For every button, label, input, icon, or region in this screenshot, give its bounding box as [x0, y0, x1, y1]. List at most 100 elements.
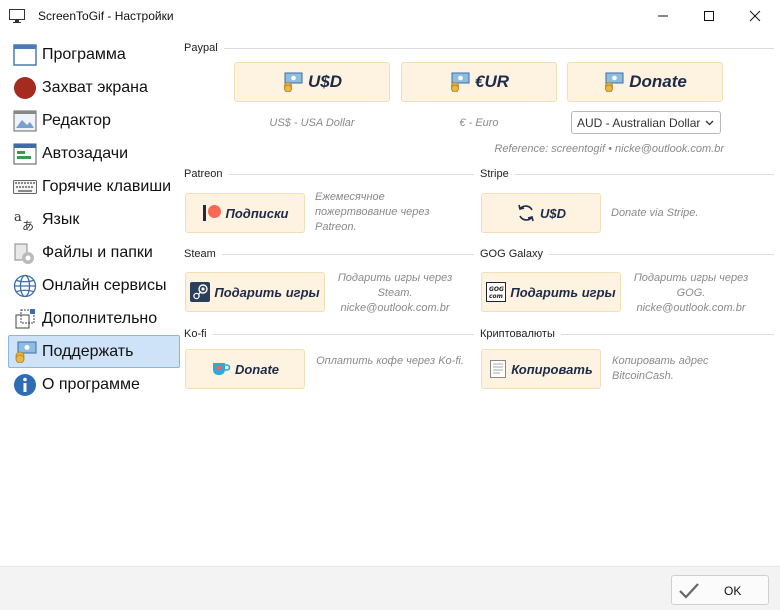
gog-note: Подарить игры через GOG. nicke@outlook.c… [633, 272, 749, 314]
sidebar-item-donate[interactable]: Поддержать [8, 335, 180, 368]
paypal-section-header: Paypal [184, 42, 774, 54]
steam-heading: Steam [184, 248, 216, 260]
sidebar-item-label: Поддержать [42, 342, 134, 360]
paypal-reference: Reference: screentogif • nicke@outlook.c… [494, 143, 724, 155]
paypal-eur-note: € - Euro [459, 117, 499, 129]
crypto-copy-label: Копировать [511, 361, 593, 377]
paypal-eur-label: €UR [474, 72, 509, 91]
window-title: ScreenToGif - Настройки [38, 9, 174, 23]
patreon-button[interactable]: Подписки [185, 193, 305, 233]
stripe-button[interactable]: U$D [481, 193, 601, 233]
sidebar-item-language[interactable]: aあ Язык [8, 203, 180, 236]
stripe-button-label: U$D [539, 205, 566, 221]
record-icon [13, 76, 37, 100]
title-bar: ScreenToGif - Настройки [0, 0, 780, 32]
gog-icon: GOG com [486, 282, 507, 302]
cube-icon [13, 307, 37, 331]
crypto-heading: Криптовалюты [480, 328, 555, 340]
kofi-donate-label: Donate [234, 361, 280, 377]
refresh-icon [516, 203, 536, 223]
currency-select[interactable]: AUD - Australian Dollar [571, 111, 721, 134]
steam-icon [190, 282, 211, 302]
dialog-footer: OK [0, 566, 780, 610]
gog-section-header: GOG Galaxy [480, 248, 774, 260]
sidebar-item-editor[interactable]: Редактор [8, 104, 180, 137]
kofi-note: Оплатить кофе через Ko-fi. [316, 355, 464, 367]
sidebar-item-label: Горячие клавиши [42, 177, 172, 195]
sidebar-item-label: О программе [42, 375, 140, 393]
tasks-icon [13, 142, 37, 166]
gog-gift-label: Подарить игры [510, 284, 616, 300]
sidebar: Программа Захват экрана Редактор Автозад… [8, 38, 180, 401]
sidebar-item-label: Редактор [42, 111, 111, 129]
app-monitor-icon [9, 9, 25, 23]
crypto-section-header: Криптовалюты [480, 328, 774, 340]
money-icon [282, 72, 304, 92]
globe-icon [13, 274, 37, 298]
sidebar-item-label: Файлы и папки [42, 243, 153, 261]
maximize-button[interactable] [686, 0, 732, 32]
patreon-button-label: Подписки [225, 205, 289, 221]
window-icon [13, 43, 37, 67]
donate-panel: Paypal U$D €UR Donate US$ - USA Dollar €… [184, 38, 774, 558]
patreon-note: Ежемесячное пожертвование через Patreon. [315, 191, 430, 233]
sidebar-item-label: Язык [42, 210, 80, 228]
ok-button[interactable]: OK [671, 575, 769, 605]
stripe-section-header: Stripe [480, 168, 774, 180]
gog-heading: GOG Galaxy [480, 248, 543, 260]
close-icon [749, 10, 761, 22]
sidebar-item-program[interactable]: Программа [8, 38, 180, 71]
folder-icon [13, 241, 37, 265]
gog-gift-button[interactable]: GOG com Подарить игры [481, 272, 621, 312]
sidebar-item-hotkeys[interactable]: Горячие клавиши [8, 170, 180, 203]
coffee-cup-icon [211, 360, 231, 378]
paypal-usd-note: US$ - USA Dollar [269, 117, 355, 129]
minimize-icon [658, 15, 668, 17]
money-icon [603, 72, 625, 92]
patreon-icon [202, 204, 222, 222]
sidebar-item-online-services[interactable]: Онлайн сервисы [8, 269, 180, 302]
money-icon [449, 72, 471, 92]
patreon-heading: Patreon [184, 168, 223, 180]
chevron-down-icon [705, 120, 714, 126]
paypal-usd-label: U$D [307, 72, 342, 91]
svg-text:あ: あ [22, 219, 34, 232]
paypal-usd-button[interactable]: U$D [234, 62, 390, 102]
steam-note: Подарить игры через Steam. nicke@outlook… [337, 272, 453, 314]
kofi-section-header: Ko-fi [184, 328, 474, 340]
close-button[interactable] [732, 0, 778, 32]
language-icon: aあ [13, 208, 37, 232]
sidebar-item-files[interactable]: Файлы и папки [8, 236, 180, 269]
currency-select-value: AUD - Australian Dollar [577, 115, 701, 130]
paypal-eur-button[interactable]: €UR [401, 62, 557, 102]
patreon-section-header: Patreon [184, 168, 474, 180]
donate-icon [13, 340, 37, 364]
svg-text:a: a [14, 210, 22, 225]
sidebar-item-advanced[interactable]: Дополнительно [8, 302, 180, 335]
sidebar-item-label: Онлайн сервисы [42, 276, 167, 294]
stripe-note: Donate via Stripe. [611, 207, 699, 219]
stripe-heading: Stripe [480, 168, 509, 180]
image-icon [13, 109, 37, 133]
paypal-donate-button[interactable]: Donate [567, 62, 723, 102]
sidebar-item-label: Программа [42, 45, 126, 63]
crypto-note: Копировать адрес BitcoinCash. [612, 355, 709, 382]
sidebar-item-capture[interactable]: Захват экрана [8, 71, 180, 104]
crypto-copy-button[interactable]: Копировать [481, 349, 601, 389]
document-icon [489, 359, 507, 379]
maximize-icon [704, 11, 714, 21]
sidebar-item-tasks[interactable]: Автозадачи [8, 137, 180, 170]
sidebar-item-label: Дополнительно [42, 309, 158, 327]
kofi-heading: Ko-fi [184, 328, 207, 340]
steam-gift-button[interactable]: Подарить игры [185, 272, 325, 312]
info-icon [13, 373, 37, 397]
sidebar-item-about[interactable]: О программе [8, 368, 180, 401]
steam-gift-label: Подарить игры [214, 284, 320, 300]
sidebar-item-label: Автозадачи [42, 144, 129, 162]
paypal-donate-label: Donate [629, 72, 687, 91]
paypal-heading: Paypal [184, 42, 218, 54]
minimize-button[interactable] [640, 0, 686, 32]
ok-label: OK [724, 584, 742, 598]
kofi-donate-button[interactable]: Donate [185, 349, 305, 389]
svg-text:GOG: GOG [489, 286, 504, 293]
